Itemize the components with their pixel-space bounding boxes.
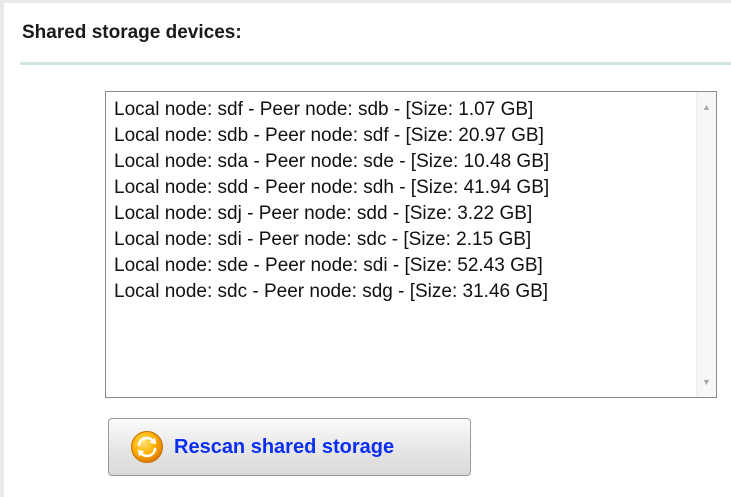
refresh-icon bbox=[130, 430, 164, 464]
shared-storage-panel: Shared storage devices: Local node: sdf … bbox=[0, 0, 731, 497]
list-item[interactable]: Local node: sdi - Peer node: sdc - [Size… bbox=[114, 227, 692, 253]
section-title: Shared storage devices: bbox=[22, 22, 242, 43]
list-item[interactable]: Local node: sda - Peer node: sde - [Size… bbox=[114, 149, 692, 175]
list-item[interactable]: Local node: sdc - Peer node: sdg - [Size… bbox=[114, 279, 692, 305]
list-item[interactable]: Local node: sde - Peer node: sdi - [Size… bbox=[114, 253, 692, 279]
rescan-button-label: Rescan shared storage bbox=[174, 435, 395, 458]
rescan-shared-storage-button[interactable]: Rescan shared storage bbox=[108, 418, 471, 476]
list-item[interactable]: Local node: sdf - Peer node: sdb - [Size… bbox=[114, 97, 692, 123]
shared-storage-listbox[interactable]: Local node: sdf - Peer node: sdb - [Size… bbox=[105, 91, 717, 398]
list-item[interactable]: Local node: sdd - Peer node: sdh - [Size… bbox=[114, 175, 692, 201]
section-divider bbox=[20, 62, 731, 65]
panel-top-border bbox=[0, 0, 731, 3]
scroll-down-icon[interactable]: ▼ bbox=[697, 373, 716, 391]
device-list: Local node: sdf - Peer node: sdb - [Size… bbox=[114, 97, 692, 397]
scroll-up-icon[interactable]: ▲ bbox=[697, 98, 716, 116]
list-item[interactable]: Local node: sdj - Peer node: sdd - [Size… bbox=[114, 201, 692, 227]
panel-left-border bbox=[0, 0, 4, 497]
listbox-scrollbar[interactable]: ▲ ▼ bbox=[696, 92, 716, 397]
list-item[interactable]: Local node: sdb - Peer node: sdf - [Size… bbox=[114, 123, 692, 149]
